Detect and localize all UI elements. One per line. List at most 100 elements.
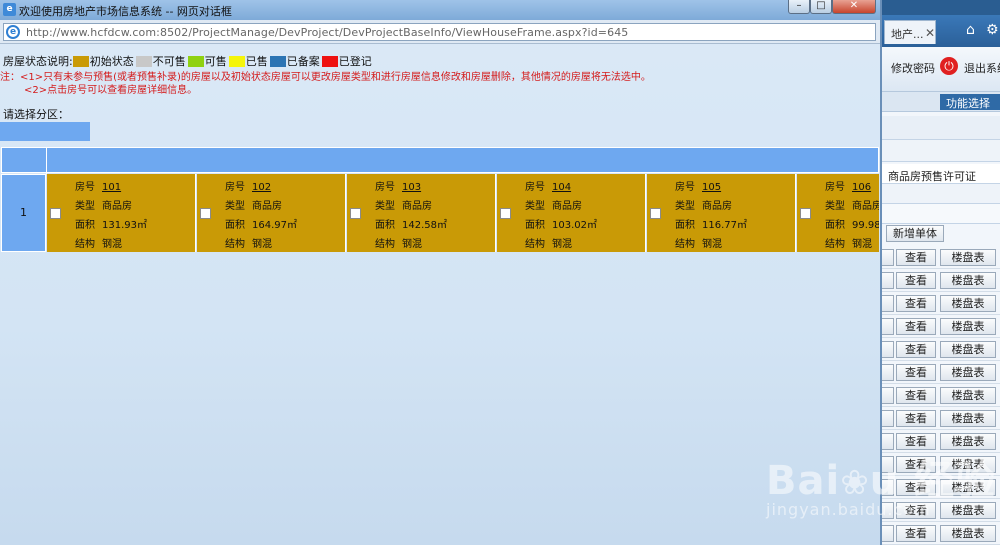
floor-sheet-button[interactable]: 楼盘表 (940, 502, 996, 519)
unit-checkbox[interactable] (200, 208, 211, 219)
view-button[interactable]: 查看 (896, 364, 936, 381)
bg-row-stub-button[interactable] (880, 410, 894, 427)
url-field[interactable]: e http://www.hcfdcw.com:8502/ProjectMana… (3, 23, 876, 41)
unit-cell: 房号 102 类型 商品房 面积 164.97㎡ 结构 钢混 (197, 174, 346, 252)
minimize-button[interactable]: – (788, 0, 810, 14)
function-select-tab[interactable]: 功能选择 (940, 94, 1000, 110)
field-label: 类型 (225, 201, 245, 212)
floor-sheet-button[interactable]: 楼盘表 (940, 249, 996, 266)
bg-row-stub-button[interactable] (880, 479, 894, 496)
unit-cell: 房号 103 类型 商品房 面积 142.58㎡ 结构 钢混 (347, 174, 496, 252)
bg-row-stub-button[interactable] (880, 364, 894, 381)
unit-checkbox[interactable] (650, 208, 661, 219)
unit-room-line: 房号 102 (225, 178, 271, 193)
view-button[interactable]: 查看 (896, 387, 936, 404)
power-icon[interactable]: ⏻ (940, 57, 958, 75)
bg-row-stub-button[interactable] (880, 433, 894, 450)
add-unit-button[interactable]: 新增单体 (886, 225, 944, 242)
web-dialog: e 欢迎使用房地产市场信息系统 -- 网页对话框 – □ ✕ e http://… (0, 0, 882, 545)
url-text: http://www.hcfdcw.com:8502/ProjectManage… (26, 26, 629, 39)
bg-table-row: 查看 楼盘表 (880, 453, 1000, 476)
gear-icon[interactable]: ⚙ (986, 22, 999, 38)
bg-row-stub-button[interactable] (880, 318, 894, 335)
bg-row-stub-button[interactable] (880, 525, 894, 542)
bg-table-row: 查看 楼盘表 (880, 338, 1000, 361)
room-number-link[interactable]: 102 (252, 182, 271, 193)
field-label: 类型 (75, 201, 95, 212)
dialog-title: 欢迎使用房地产市场信息系统 -- 网页对话框 (19, 5, 232, 18)
floor-sheet-button[interactable]: 楼盘表 (940, 479, 996, 496)
maximize-button[interactable]: □ (810, 0, 832, 14)
room-number-link[interactable]: 103 (402, 182, 421, 193)
bg-row-stub-button[interactable] (880, 341, 894, 358)
view-button[interactable]: 查看 (896, 272, 936, 289)
unit-cell: 房号 106 类型商品房面积 99.98㎡结构钢混 (797, 174, 879, 252)
view-button[interactable]: 查看 (896, 410, 936, 427)
unit-area-line: 面积 99.98㎡ (825, 216, 879, 231)
unit-structure: 钢混 (702, 239, 722, 250)
field-label: 面积 (225, 220, 245, 231)
unit-row: 房号 101 类型 商品房 面积 131.93㎡ 结构 钢混 房号 102 类型 商品房 面积 164.9… (47, 174, 879, 252)
floor-sheet-button[interactable]: 楼盘表 (940, 341, 996, 358)
field-label: 房号 (825, 182, 845, 193)
view-button[interactable]: 查看 (896, 433, 936, 450)
view-button[interactable]: 查看 (896, 318, 936, 335)
bg-row-stub-button[interactable] (880, 387, 894, 404)
legend-item-label: 初始状态 (89, 55, 134, 68)
unit-type: 商品房 (552, 201, 582, 212)
view-button[interactable]: 查看 (896, 502, 936, 519)
floor-sheet-button[interactable]: 楼盘表 (940, 295, 996, 312)
unit-checkbox[interactable] (350, 208, 361, 219)
floor-sheet-button[interactable]: 楼盘表 (940, 525, 996, 542)
field-label: 类型 (825, 201, 845, 212)
legend-item: 不可售 (135, 53, 188, 69)
view-button[interactable]: 查看 (896, 341, 936, 358)
close-icon[interactable]: ✕ (925, 26, 935, 40)
bg-row-stub-button[interactable] (880, 502, 894, 519)
bg-table-row: 查看 楼盘表 (880, 269, 1000, 292)
unit-checkbox[interactable] (50, 208, 61, 219)
floor-sheet-button[interactable]: 楼盘表 (940, 456, 996, 473)
dialog-title-bar[interactable]: e 欢迎使用房地产市场信息系统 -- 网页对话框 – □ ✕ (0, 0, 880, 20)
view-button[interactable]: 查看 (896, 456, 936, 473)
close-button[interactable]: ✕ (832, 0, 876, 14)
room-number-link[interactable]: 105 (702, 182, 721, 193)
bg-strip (880, 204, 1000, 224)
zone-selector[interactable] (0, 122, 90, 141)
bg-browser-tab[interactable]: 地产... ✕ (884, 20, 936, 44)
floor-sheet-button[interactable]: 楼盘表 (940, 364, 996, 381)
home-icon[interactable]: ⌂ (966, 22, 975, 38)
floor-sheet-button[interactable]: 楼盘表 (940, 410, 996, 427)
view-button[interactable]: 查看 (896, 295, 936, 312)
logout-link[interactable]: 退出系统 (964, 60, 1000, 76)
room-number-link[interactable]: 106 (852, 182, 871, 193)
bg-row-stub-button[interactable] (880, 272, 894, 289)
unit-structure: 钢混 (552, 239, 572, 250)
bg-row-stub-button[interactable] (880, 295, 894, 312)
unit-area: 164.97㎡ (252, 220, 297, 231)
field-label: 房号 (225, 182, 245, 193)
bg-row-stub-button[interactable] (880, 456, 894, 473)
legend-swatch (321, 55, 338, 67)
field-label: 类型 (675, 201, 695, 212)
floor-sheet-button[interactable]: 楼盘表 (940, 433, 996, 450)
view-button[interactable]: 查看 (896, 525, 936, 542)
unit-type-line: 类型 商品房 (75, 197, 132, 212)
bg-row-stub-button[interactable] (880, 249, 894, 266)
floor-sheet-button[interactable]: 楼盘表 (940, 272, 996, 289)
view-button[interactable]: 查看 (896, 249, 936, 266)
unit-checkbox[interactable] (800, 208, 811, 219)
unit-area-line: 面积 164.97㎡ (225, 216, 297, 231)
change-password-link[interactable]: 修改密码 (891, 60, 935, 76)
bg-strip (880, 184, 1000, 204)
view-button[interactable]: 查看 (896, 479, 936, 496)
unit-room-line: 房号 105 (675, 178, 721, 193)
unit-structure-line: 结构 钢混 (825, 235, 872, 250)
room-number-link[interactable]: 104 (552, 182, 571, 193)
unit-checkbox[interactable] (500, 208, 511, 219)
room-number-link[interactable]: 101 (102, 182, 121, 193)
floor-sheet-button[interactable]: 楼盘表 (940, 387, 996, 404)
unit-structure: 钢混 (852, 239, 872, 250)
unit-type-line: 类型 商品房 (225, 197, 282, 212)
floor-sheet-button[interactable]: 楼盘表 (940, 318, 996, 335)
